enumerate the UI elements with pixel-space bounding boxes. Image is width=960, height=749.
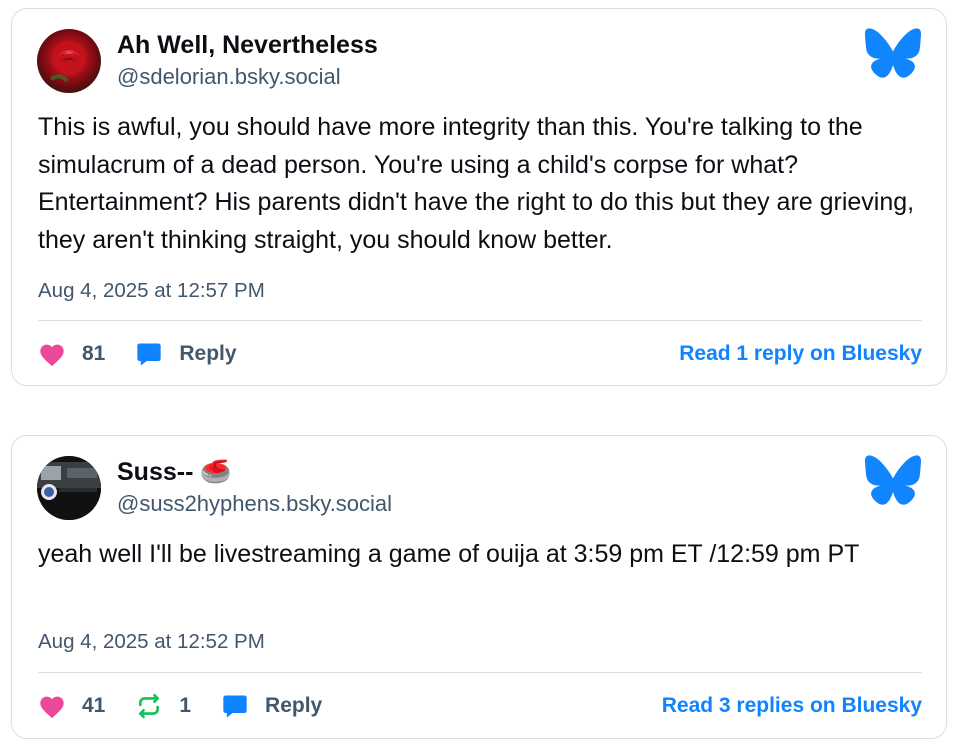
like-button[interactable]: 41 [38,693,105,719]
bluesky-butterfly-icon[interactable] [864,454,922,506]
repost-button[interactable]: 1 [135,693,191,719]
heart-icon [38,341,66,367]
like-button[interactable]: 81 [38,341,105,367]
read-replies-link[interactable]: Read 1 reply on Bluesky [679,342,922,366]
speech-bubble-icon [135,340,163,368]
heart-icon [38,693,66,719]
like-count: 41 [82,694,106,717]
divider [38,320,922,321]
post-timestamp[interactable]: Aug 4, 2025 at 12:52 PM [38,628,265,656]
repost-count: 1 [179,694,192,717]
post-text: yeah well I'll be livestreaming a game o… [38,540,860,568]
speech-bubble-icon [221,692,249,720]
bluesky-butterfly-icon[interactable] [864,27,922,79]
reply-label: Reply [265,694,323,717]
like-count: 81 [82,342,106,365]
repost-icon [135,693,163,719]
read-replies-link[interactable]: Read 3 replies on Bluesky [662,694,922,718]
action-bar: 81 Reply Read 1 reply on Bluesky [38,334,922,374]
reply-button[interactable]: Reply [135,340,237,368]
action-bar: 41 1 Reply Read 3 replies on Bluesky [38,686,922,726]
post-card: Ah Well, Nevertheless @sdelorian.bsky.so… [11,8,947,386]
post-timestamp[interactable]: Aug 4, 2025 at 12:57 PM [38,277,265,305]
post-card: Suss-- 🥌 @suss2hyphens.bsky.social yeah … [11,435,947,739]
avatar[interactable] [37,29,101,93]
display-name[interactable]: Suss-- 🥌 [117,456,231,488]
user-handle[interactable]: @sdelorian.bsky.social [117,63,341,91]
divider [38,672,922,673]
avatar[interactable] [37,456,101,520]
user-handle[interactable]: @suss2hyphens.bsky.social [117,490,392,518]
reply-label: Reply [179,342,237,365]
post-text: This is awful, you should have more inte… [38,113,915,254]
display-name[interactable]: Ah Well, Nevertheless [117,29,378,61]
reply-button[interactable]: Reply [221,692,322,720]
